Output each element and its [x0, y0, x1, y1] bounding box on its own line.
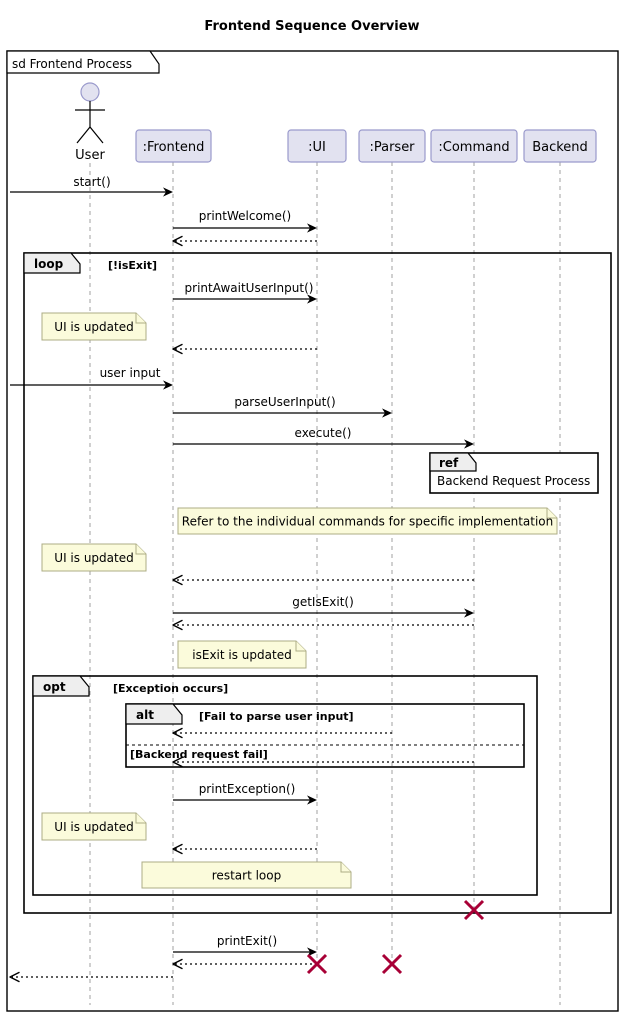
- ref-body: Backend Request Process: [437, 474, 590, 488]
- participant-label: :Command: [438, 140, 509, 155]
- note-text: isExit is updated: [192, 648, 291, 662]
- message-label: printAwaitUserInput(): [185, 281, 314, 295]
- message-m14: printException(): [173, 782, 317, 805]
- note: UI is updated: [41, 312, 147, 341]
- frame-label: sd Frontend Process: [12, 57, 132, 71]
- diagram-canvas: Frontend Sequence Overview sd Frontend P…: [6, 19, 619, 1012]
- message-m8: execute(): [173, 426, 474, 449]
- message-m7: parseUserInput(): [173, 395, 392, 418]
- participants-layer: :Frontend :UI :Parser :Command Backend: [135, 129, 597, 163]
- message-m6: user input: [10, 366, 173, 390]
- ref-operator: ref: [439, 456, 459, 470]
- note: isExit is updated: [177, 640, 307, 669]
- note-text: UI is updated: [54, 551, 133, 565]
- note: Refer to the individual commands for spe…: [177, 507, 558, 535]
- actor-user[interactable]: User: [75, 82, 105, 163]
- message-label: start(): [73, 175, 110, 189]
- message-m1: start(): [10, 175, 173, 197]
- actor-layer: User: [75, 82, 105, 163]
- message-m11: [172, 619, 474, 631]
- note-text: restart loop: [212, 869, 281, 883]
- participant-ui[interactable]: :UI: [287, 129, 347, 163]
- participant-frontend[interactable]: :Frontend: [135, 129, 212, 163]
- fragment-tab: [125, 703, 183, 725]
- fragment-alt-guard: [Backend request fail]: [130, 748, 268, 761]
- message-m15: [172, 843, 317, 855]
- message-m4: printAwaitUserInput(): [173, 281, 317, 304]
- fragment-operator: loop: [34, 257, 64, 271]
- fragment-guard: [Fail to parse user input]: [199, 710, 354, 723]
- diagram-title: Frontend Sequence Overview: [204, 19, 419, 34]
- note-text: UI is updated: [54, 320, 133, 334]
- participant-parser[interactable]: :Parser: [358, 129, 426, 163]
- message-m16: printExit(): [173, 934, 317, 957]
- sequence-diagram-root: Frontend Sequence Overview sd Frontend P…: [0, 0, 625, 1021]
- message-m10: getIsExit(): [173, 595, 474, 618]
- fragment-operator: alt: [136, 708, 154, 722]
- message-label: execute(): [295, 426, 352, 440]
- participant-label: :Frontend: [143, 140, 205, 155]
- note-fold-corner: [135, 813, 146, 824]
- participant-label: :Parser: [369, 140, 415, 155]
- destroy-marker-command: [463, 899, 485, 921]
- message-label: parseUserInput(): [234, 395, 335, 409]
- message-m3: [172, 235, 317, 247]
- note-text: Refer to the individual commands for spe…: [182, 515, 553, 529]
- message-m5: [172, 343, 317, 355]
- actor-head-icon: [80, 82, 100, 102]
- fragment-alt: alt [Fail to parse user input] [Backend re…: [125, 703, 525, 768]
- message-label: printExit(): [217, 934, 277, 948]
- message-label: getIsExit(): [292, 595, 354, 609]
- participant-label: :UI: [308, 140, 326, 155]
- message-m17: [172, 958, 317, 970]
- message-m18: [9, 971, 173, 983]
- participant-command[interactable]: :Command: [430, 129, 518, 163]
- participant-backend[interactable]: Backend: [523, 129, 597, 163]
- note-fold-corner: [135, 313, 146, 324]
- actor-label: User: [75, 148, 105, 163]
- fragment-guard: [!isExit]: [108, 259, 157, 272]
- message-m2: printWelcome(): [173, 209, 317, 233]
- message-m9: [172, 574, 474, 586]
- fragment-guard: [Exception occurs]: [113, 682, 228, 695]
- message-label: printException(): [199, 782, 296, 796]
- ref-fragments-layer: ref Backend Request Process: [429, 452, 599, 494]
- message-m12: [172, 727, 392, 739]
- note: UI is updated: [41, 543, 147, 572]
- note: UI is updated: [41, 812, 147, 841]
- ref-fragment: ref Backend Request Process: [429, 452, 599, 494]
- participant-label: Backend: [532, 140, 588, 155]
- fragment-operator: opt: [43, 680, 66, 694]
- destroy-markers-layer: [306, 899, 485, 975]
- messages-layer: start() printWelcome() printAwaitUserInput…: [9, 175, 474, 983]
- message-label: user input: [100, 366, 161, 380]
- note-text: UI is updated: [54, 820, 133, 834]
- message-label: printWelcome(): [199, 209, 291, 223]
- note-fold-corner: [340, 862, 351, 873]
- note-fold-corner: [295, 641, 306, 652]
- note-fold-corner: [135, 544, 146, 555]
- note: restart loop: [141, 861, 352, 889]
